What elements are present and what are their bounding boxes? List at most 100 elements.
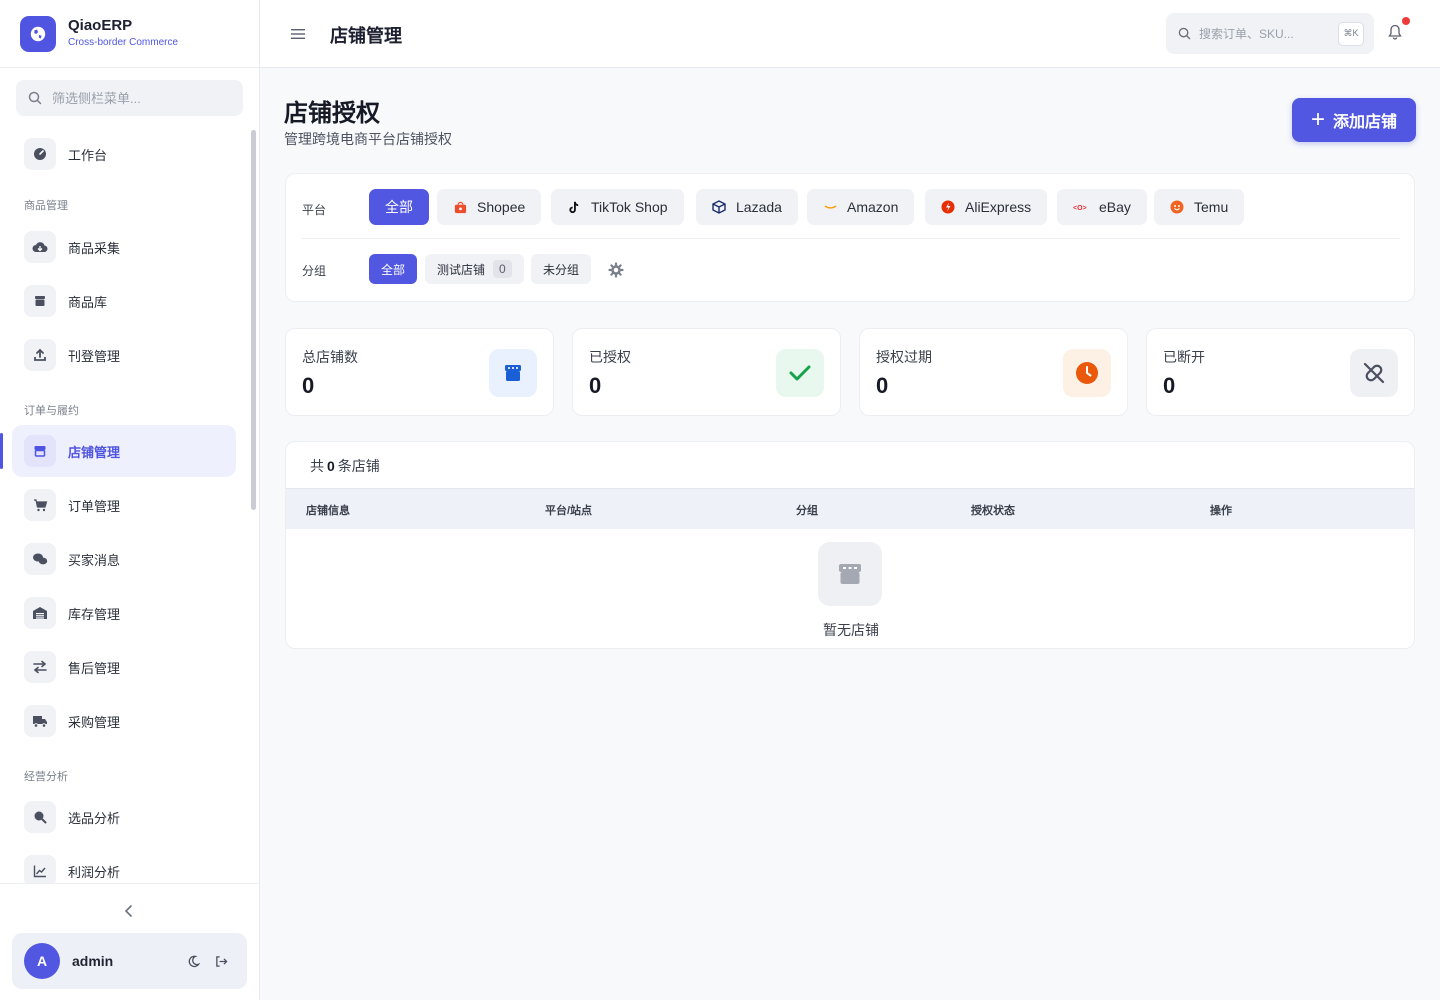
group-filter-label: 全部	[381, 262, 406, 277]
group-filter-all[interactable]: 全部	[369, 254, 418, 284]
platform-filter-lazada[interactable]: Lazada	[696, 189, 798, 225]
platform-filter-shopee[interactable]: Shopee	[437, 189, 542, 225]
sidebar-search[interactable]	[16, 80, 243, 116]
group-filter-ungrouped[interactable]: 未分组	[531, 254, 592, 284]
stat-value: 0	[1163, 373, 1176, 398]
collapse-sidebar-button[interactable]	[118, 900, 140, 922]
sidebar-item-label: 利润分析	[68, 864, 121, 880]
group-settings-button[interactable]	[608, 262, 624, 278]
bell-icon	[1388, 24, 1402, 40]
tiktok-icon	[567, 200, 581, 214]
platform-filter-aliexpress[interactable]: AliExpress	[925, 189, 1048, 225]
dashboard-icon	[24, 138, 56, 170]
logout-button[interactable]	[207, 947, 235, 975]
sidebar-item-orders[interactable]: 订单管理	[12, 479, 236, 531]
stores-table: 共 0 条店铺 店铺信息 平台/站点 分组 授权状态 操作 暂无店铺	[285, 441, 1415, 649]
platform-filter-all[interactable]: 全部	[369, 189, 429, 225]
group-filter-test[interactable]: 测试店铺 0	[425, 254, 524, 284]
column-auth-status: 授权状态	[971, 505, 1015, 517]
platform-filter-label: Shopee	[477, 199, 526, 215]
aliexpress-icon	[941, 200, 955, 214]
sidebar-search-input[interactable]	[52, 90, 222, 106]
menu-button[interactable]	[288, 24, 308, 44]
sidebar-item-profit-analysis[interactable]: 利润分析	[12, 845, 236, 883]
sidebar-item-buyer-messages[interactable]: 买家消息	[12, 533, 236, 585]
platform-filter-label: 全部	[385, 199, 413, 215]
platform-filter-label: eBay	[1099, 199, 1131, 215]
table-count: 共 0 条店铺	[310, 456, 380, 476]
table-header: 店铺信息 平台/站点 分组 授权状态 操作	[286, 488, 1414, 529]
column-platform-site: 平台/站点	[545, 505, 593, 517]
sidebar-item-label: 店铺管理	[68, 444, 121, 460]
platform-filter-ebay[interactable]: <O> eBay	[1057, 189, 1147, 225]
sidebar-item-label: 库存管理	[68, 606, 121, 622]
theme-toggle-button[interactable]	[179, 947, 207, 975]
globe-icon	[20, 15, 56, 52]
stat-expired: 授权过期 0	[859, 328, 1128, 416]
sidebar-item-product-library[interactable]: 商品库	[12, 275, 236, 327]
sidebar-item-product-analysis[interactable]: 选品分析	[12, 791, 236, 843]
sidebar-item-label: 买家消息	[68, 552, 121, 568]
search-icon	[1178, 27, 1191, 40]
stat-total-stores: 总店铺数 0	[285, 328, 554, 416]
platform-filter-label: TikTok Shop	[591, 199, 668, 215]
user-name: admin	[72, 953, 114, 969]
sidebar-nav: 工作台 商品管理 商品采集 商品库 刊登管理 订单与履约 店铺管理 订单管理 买…	[0, 126, 259, 883]
sidebar-item-store-management[interactable]: 店铺管理	[0, 425, 236, 477]
section-analytics: 经营分析	[24, 771, 68, 783]
box-icon	[24, 285, 56, 317]
group-count-badge: 0	[493, 260, 512, 278]
platform-filter-temu[interactable]: Temu	[1154, 189, 1245, 225]
check-icon	[776, 349, 824, 397]
ebay-icon: <O>	[1073, 200, 1089, 214]
sidebar-item-product-collect[interactable]: 商品采集	[12, 221, 236, 273]
sidebar-item-label: 商品采集	[68, 240, 121, 256]
chevron-left-icon	[124, 905, 132, 917]
menu-icon	[291, 29, 305, 39]
brand[interactable]: QiaoERP Cross-border Commerce	[0, 0, 259, 68]
sidebar-item-after-sales[interactable]: 售后管理	[12, 641, 236, 693]
sidebar-item-label: 工作台	[68, 147, 108, 163]
stat-label: 已断开	[1163, 349, 1205, 365]
search-icon	[28, 91, 42, 105]
add-store-button[interactable]: + 添加店铺	[1292, 98, 1416, 142]
topbar: 店铺管理 ⌘K	[260, 0, 1440, 68]
brand-name: QiaoERP	[68, 17, 133, 34]
page-header-title: 店铺管理	[330, 26, 402, 46]
global-search[interactable]: ⌘K	[1166, 13, 1374, 54]
sidebar-item-inventory[interactable]: 库存管理	[12, 587, 236, 639]
cart-icon	[24, 489, 56, 521]
empty-state-text: 暂无店铺	[823, 622, 879, 638]
sidebar-item-purchasing[interactable]: 采购管理	[12, 695, 236, 747]
page-title: 店铺授权	[284, 100, 380, 127]
sidebar-item-listing[interactable]: 刊登管理	[12, 329, 236, 381]
filter-divider	[302, 238, 1400, 239]
section-products: 商品管理	[24, 200, 68, 212]
platform-filter-label: AliExpress	[965, 199, 1032, 215]
plus-icon: +	[1310, 106, 1325, 133]
sidebar-item-dashboard[interactable]: 工作台	[12, 128, 236, 180]
group-filter-label: 未分组	[543, 262, 580, 277]
notification-dot	[1402, 17, 1410, 25]
store-icon	[24, 435, 56, 467]
line-chart-icon	[24, 855, 56, 883]
sidebar-item-label: 订单管理	[68, 498, 121, 514]
column-actions: 操作	[1210, 505, 1232, 517]
sidebar-item-label: 采购管理	[68, 714, 121, 730]
column-store-info: 店铺信息	[306, 505, 350, 517]
notifications-button[interactable]	[1388, 17, 1410, 44]
global-search-input[interactable]	[1199, 26, 1319, 41]
stat-authorized: 已授权 0	[572, 328, 841, 416]
user-card[interactable]: A admin	[12, 933, 247, 989]
group-filter-label: 测试店铺	[437, 262, 486, 277]
stat-value: 0	[302, 373, 315, 398]
platform-filter-tiktok[interactable]: TikTok Shop	[551, 189, 684, 225]
page-subtitle: 管理跨境电商平台店铺授权	[284, 131, 452, 147]
sidebar-item-label: 商品库	[68, 294, 108, 310]
filter-card: 平台 全部 Shopee TikTok Shop Lazada Amazon A…	[285, 173, 1415, 302]
platform-filter-amazon[interactable]: Amazon	[807, 189, 915, 225]
svg-text:<O>: <O>	[1073, 205, 1087, 211]
cloud-download-icon	[24, 231, 56, 263]
platform-filter-label: Lazada	[736, 199, 782, 215]
group-label: 分组	[302, 264, 327, 278]
